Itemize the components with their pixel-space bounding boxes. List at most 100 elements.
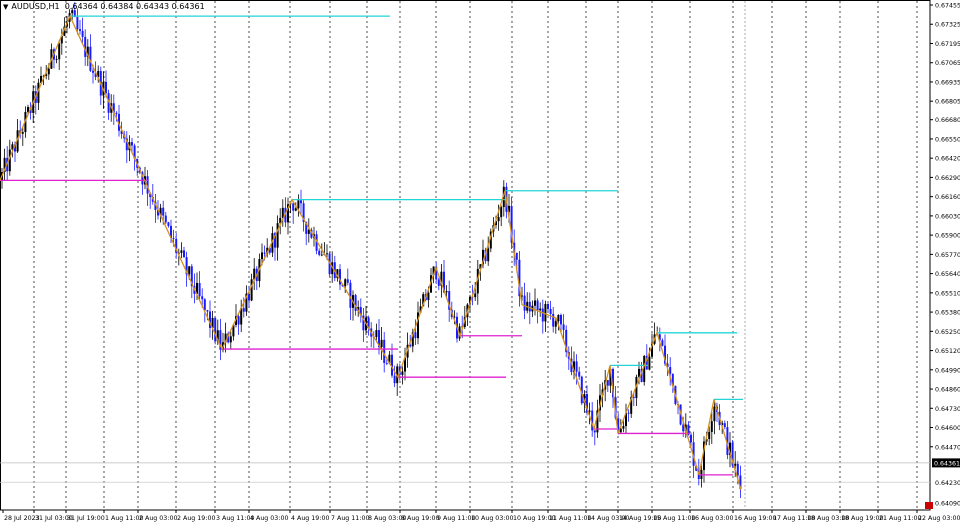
candle-body [557,314,560,322]
candle-body [445,291,448,293]
candle-body [201,296,204,300]
candle-body [544,303,547,322]
candle-body [180,250,183,253]
candle-body [47,68,50,75]
time-tick-label: 2 Aug 19:00 [177,515,215,522]
time-tick-label: 4 Aug 19:00 [291,515,329,522]
time-tick-label: 1 Aug 11:00 [105,515,143,522]
candle-body [393,375,396,384]
price-tick-label: 0.67325 [935,22,960,29]
candle-body [401,371,404,375]
candle-body [515,252,518,260]
price-tick-label: 0.65120 [935,348,960,355]
candle-body [534,300,536,306]
price-tick-label: 0.65250 [935,329,960,336]
candle-body [79,29,81,31]
price-tick-label: 0.65900 [935,233,960,240]
candle-body [300,200,302,204]
candle-body [710,421,713,432]
candle-body [21,132,24,134]
candle-body [206,310,209,312]
candle-body [622,426,625,429]
candle-body [536,300,539,311]
candle-body [606,380,609,386]
candle-body [383,339,386,363]
price-tick-label: 0.65640 [935,271,960,278]
price-tick-label: 0.67065 [935,60,960,67]
time-tick-label: 11 Aug 11:00 [549,515,591,522]
candle-body [661,340,664,346]
candle-body [55,59,58,61]
sell-marker-icon[interactable] [925,502,933,509]
candle-body [523,295,526,311]
price-tick-label: 0.66550 [935,136,960,143]
zigzag-polyline [0,14,742,490]
chart-header: ▼ AUDUSD,H1 0.64364 0.64384 0.64343 0.643… [3,2,205,11]
candle-body [214,317,217,342]
price-tick-label: 0.64470 [935,444,960,451]
candle-body [385,362,388,364]
price-tick-label: 0.66030 [935,213,960,220]
candle-body [92,70,94,73]
price-tick-label: 0.64090 [935,501,960,508]
candle-body [172,238,175,239]
candle-body [58,43,61,60]
candle-body [528,301,531,312]
time-tick-label: 15 Aug 11:00 [653,515,695,522]
ohlc-values: 0.64364 0.64384 0.64343 0.64361 [64,2,205,11]
candle-body [346,279,349,283]
candle-body [560,314,562,325]
candle-body [188,266,191,275]
candle-body [539,308,542,311]
candle-body [326,253,328,255]
candle-body [183,250,185,258]
price-tick-label: 0.64230 [935,480,960,487]
time-tick-label: 31 Jul 19:00 [67,515,105,522]
candle-body [474,293,477,298]
candle-body [547,303,549,309]
candle-body [736,463,739,476]
candle-body [344,279,347,287]
candle-body [297,200,300,209]
candle-body [380,339,383,348]
current-price-label: 0.64361 [934,460,960,467]
time-tick-label: 21 Aug 11:00 [879,515,921,522]
candle-body [690,434,692,443]
price-tick-label: 0.66805 [935,99,960,106]
price-tick-label: 0.66935 [935,79,960,86]
grid-lines [0,0,931,511]
time-tick-label: 7 Aug 11:00 [331,515,369,522]
price-tick-label: 0.66160 [935,194,960,201]
symbol-label: AUDUSD,H1 [11,2,60,11]
candle-body [237,316,240,325]
candle-body [294,208,297,211]
candle-body [307,229,310,234]
candle-body [248,293,250,301]
time-tick-label: 22 Aug 03:00 [918,515,960,522]
candle-body [375,330,378,338]
price-tick-label: 0.64860 [935,387,960,394]
candle-body [552,313,555,327]
candle-body [320,254,323,256]
candle-body [588,410,591,412]
candlesticks [1,2,742,498]
candle-body [541,308,544,322]
time-tick-label: 2 Aug 03:00 [139,515,177,522]
price-tick-label: 0.64600 [935,425,960,432]
candle-body [162,207,165,216]
candle-body [250,279,253,301]
candle-body [261,252,263,260]
price-tick-label: 0.66420 [935,156,960,163]
candle-body [292,203,295,211]
candle-body [131,142,133,146]
price-chart[interactable]: 28 Jul 202331 Jul 03:0031 Jul 19:00 1 Aug… [0,0,960,524]
time-tick-label: 16 Aug 03:00 [691,515,733,522]
price-tick-label: 0.66290 [935,175,960,182]
candle-body [105,81,107,94]
collapse-triangle-icon[interactable]: ▼ [3,3,8,11]
price-tick-label: 0.65380 [935,310,960,317]
chart-window[interactable]: 28 Jul 2023 31 Jul 03:00 31 Jul 19:00 1 Aug… [0,0,960,524]
time-tick-label: 10 Aug 03:00 [471,515,513,522]
candle-body [497,217,500,222]
candle-body [713,406,716,422]
